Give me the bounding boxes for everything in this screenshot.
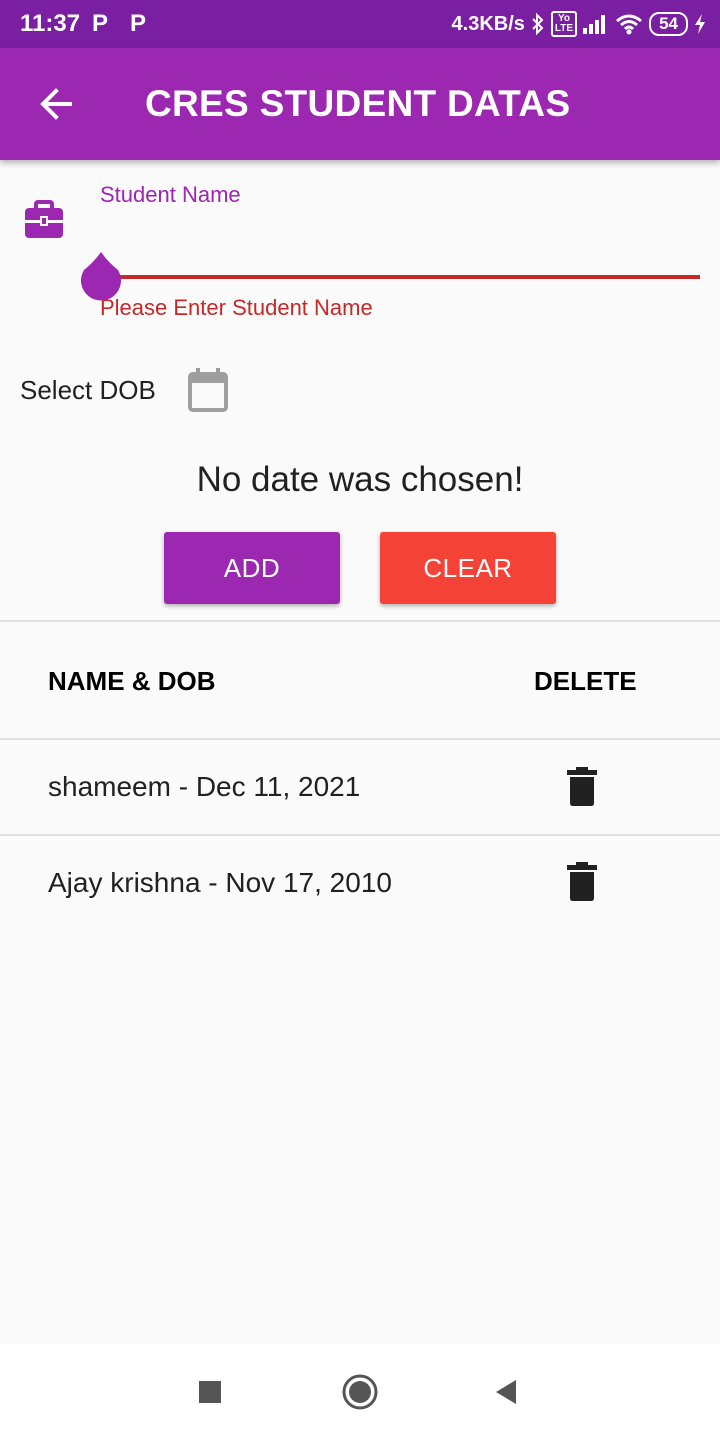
briefcase-icon bbox=[25, 200, 63, 238]
status-bar: 11:37 P P 4.3KB/s Yo LTE 54 bbox=[0, 0, 720, 48]
table-row: Ajay krishna - Nov 17, 2010 bbox=[48, 867, 392, 898]
add-button[interactable]: ADD bbox=[164, 532, 340, 604]
back-arrow-icon[interactable] bbox=[28, 76, 84, 132]
battery-icon: 54 bbox=[649, 12, 688, 36]
volte-bottom: LTE bbox=[554, 23, 574, 34]
trash-icon[interactable] bbox=[566, 862, 598, 902]
network-speed: 4.3KB/s bbox=[451, 12, 525, 35]
divider bbox=[0, 738, 720, 740]
notification-icon: P bbox=[130, 10, 147, 37]
charging-icon bbox=[695, 14, 705, 34]
status-indicators: 4.3KB/s Yo LTE 54 bbox=[452, 8, 706, 40]
recents-square-icon[interactable] bbox=[190, 1372, 230, 1412]
app-title: CRES STUDENT DATAS bbox=[145, 83, 571, 124]
table-row: shameem - Dec 11, 2021 bbox=[48, 771, 361, 802]
divider bbox=[0, 834, 720, 836]
status-time: 11:37 bbox=[20, 10, 81, 37]
student-name-label: Student Name bbox=[100, 182, 241, 207]
home-circle-icon[interactable] bbox=[340, 1372, 380, 1412]
notification-icon: P bbox=[92, 10, 109, 37]
calendar-icon[interactable] bbox=[184, 366, 232, 416]
volte-icon: Yo LTE bbox=[550, 11, 578, 37]
wifi-icon bbox=[616, 14, 643, 35]
signal-icon bbox=[583, 15, 606, 34]
divider bbox=[0, 620, 720, 622]
bluetooth-icon bbox=[532, 12, 544, 36]
column-header-name-dob: NAME & DOB bbox=[48, 666, 216, 696]
clear-button[interactable]: CLEAR bbox=[380, 532, 556, 604]
back-triangle-icon[interactable] bbox=[486, 1372, 526, 1412]
select-dob-label: Select DOB bbox=[20, 375, 156, 405]
input-underline bbox=[100, 275, 700, 279]
student-name-input[interactable] bbox=[100, 224, 700, 272]
student-name-error: Please Enter Student Name bbox=[100, 295, 373, 320]
column-header-delete: DELETE bbox=[534, 666, 637, 696]
app-bar: CRES STUDENT DATAS bbox=[0, 48, 720, 160]
system-nav-bar bbox=[0, 1344, 720, 1440]
trash-icon[interactable] bbox=[566, 767, 598, 807]
date-status-text: No date was chosen! bbox=[196, 460, 524, 499]
